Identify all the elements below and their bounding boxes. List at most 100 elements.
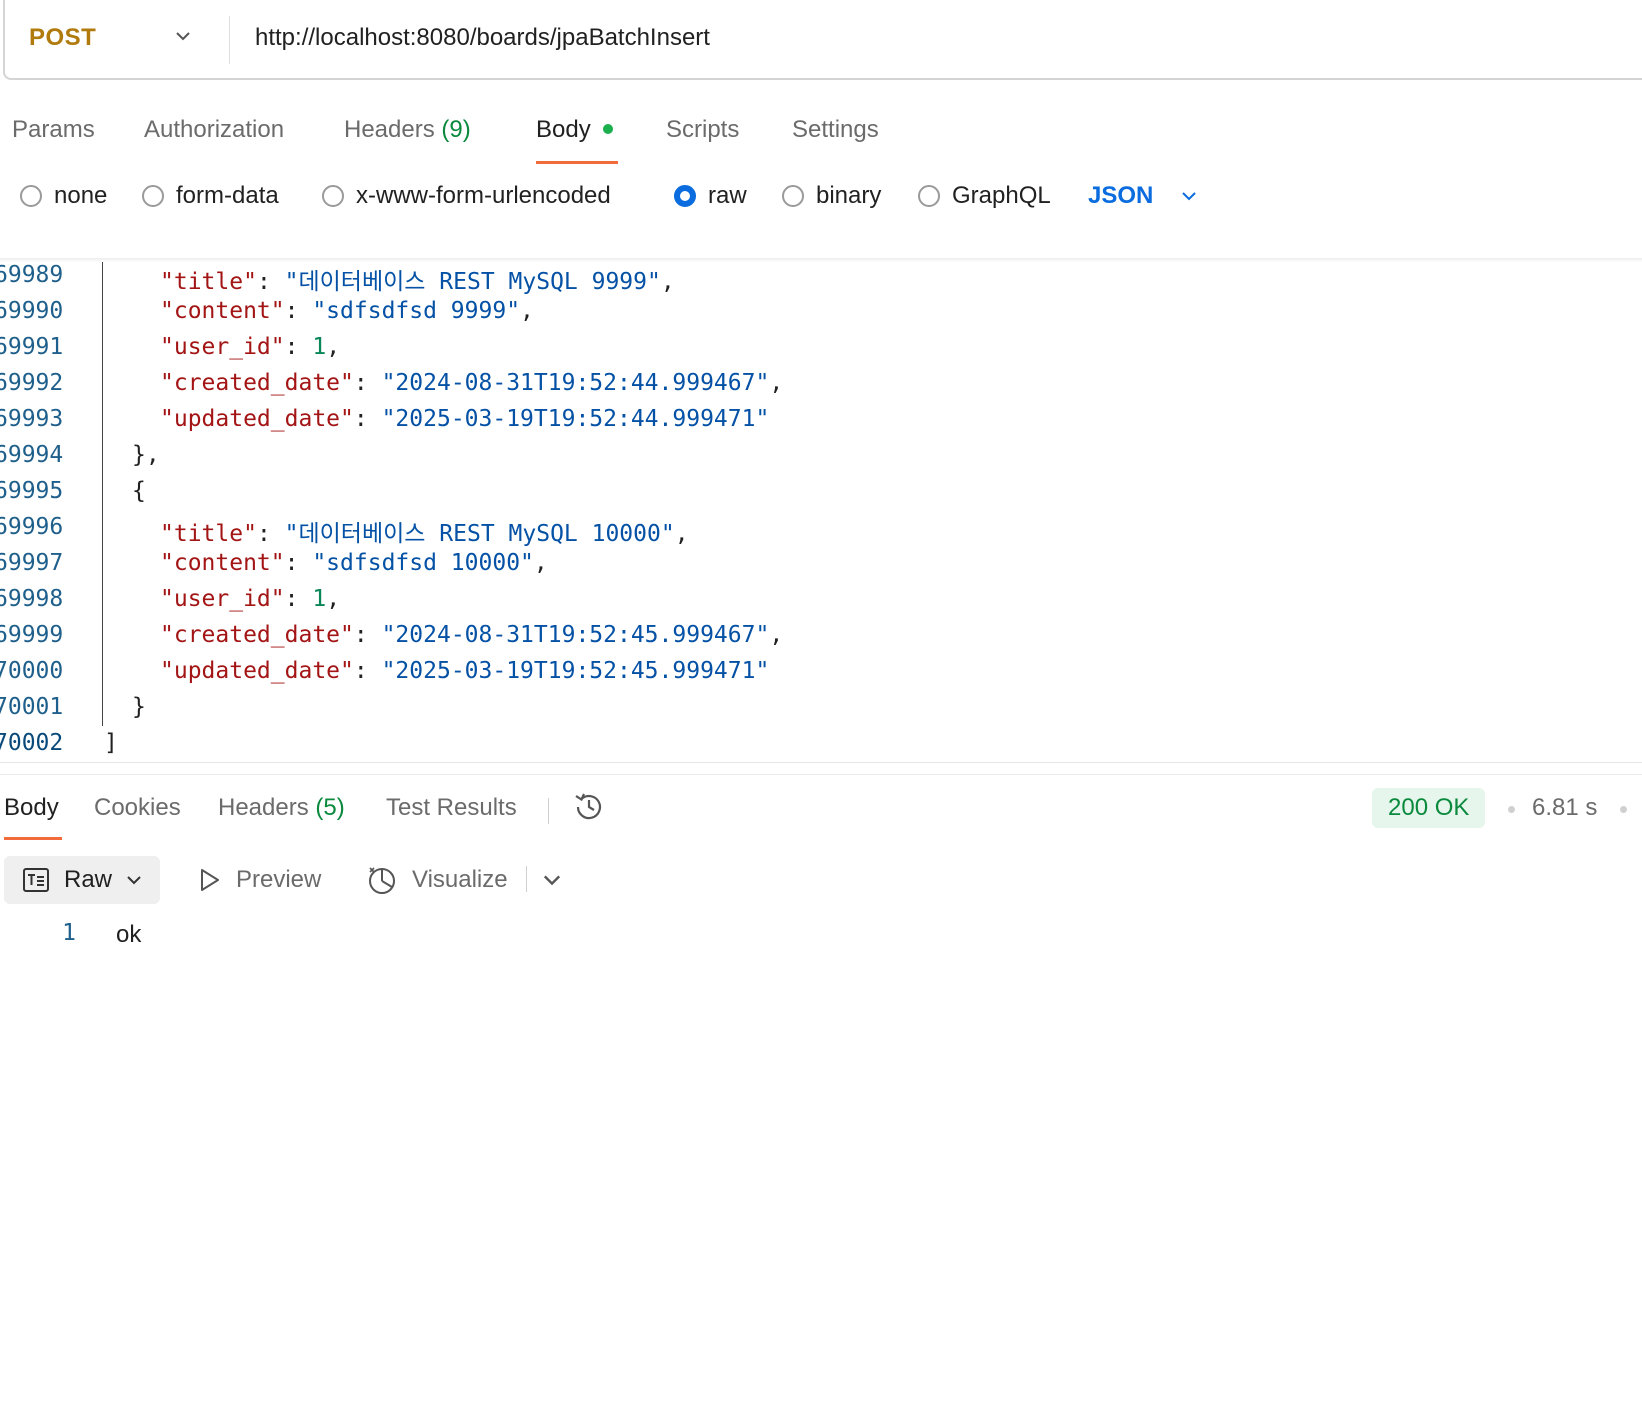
code-line: "title": "데이터베이스 REST MySQL 9999", <box>160 262 675 296</box>
radio-graphql[interactable]: GraphQL <box>918 182 1051 210</box>
code-line: "user_id": 1, <box>160 334 340 360</box>
json-colon: : <box>284 586 313 612</box>
json-colon: : <box>256 521 285 547</box>
code-line: "updated_date": "2025-03-19T19:52:45.999… <box>160 658 769 684</box>
radio-form-data[interactable]: form-data <box>142 182 279 210</box>
json-open-brace: { <box>132 478 146 504</box>
code-line: "title": "데이터베이스 REST MySQL 10000", <box>160 514 689 548</box>
radio-binary[interactable]: binary <box>782 182 881 210</box>
json-key: "created_date" <box>160 622 354 648</box>
body-modified-dot <box>602 123 613 134</box>
code-line: { <box>132 478 146 504</box>
line-number: 69990 <box>0 298 64 324</box>
radio-urlencoded-circle[interactable] <box>322 185 344 207</box>
tab-headers[interactable]: Headers (9) <box>344 116 471 144</box>
line-number: 70001 <box>0 694 64 720</box>
tab-settings[interactable]: Settings <box>792 116 879 144</box>
json-key: "updated_date" <box>160 406 354 432</box>
json-close-brace: } <box>132 694 146 720</box>
url-input[interactable]: http://localhost:8080/boards/jpaBatchIns… <box>255 24 710 52</box>
json-key: "title" <box>160 269 257 295</box>
tab-body[interactable]: Body <box>536 116 613 144</box>
response-tab-test-results[interactable]: Test Results <box>386 794 517 822</box>
history-icon[interactable] <box>572 790 606 824</box>
json-comma: , <box>326 334 341 360</box>
code-line: "updated_date": "2025-03-19T19:52:44.999… <box>160 406 769 432</box>
response-view-selector: Raw Preview Visualize <box>0 856 1642 904</box>
line-number: 69991 <box>0 334 64 360</box>
line-number: 69992 <box>0 370 64 396</box>
code-line: "content": "sdfsdfsd 9999", <box>160 298 534 324</box>
radio-raw-circle[interactable] <box>674 185 696 207</box>
response-tab-cookies[interactable]: Cookies <box>94 794 181 822</box>
url-divider <box>229 16 230 64</box>
play-icon <box>201 869 219 891</box>
response-divider-shadow <box>0 774 1642 775</box>
radio-none[interactable]: none <box>20 182 107 210</box>
tab-params[interactable]: Params <box>12 116 95 144</box>
radio-none-label: none <box>54 182 108 209</box>
url-bar: POST http://localhost:8080/boards/jpaBat… <box>3 0 1642 80</box>
json-comma: , <box>326 586 341 612</box>
json-colon: : <box>353 406 382 432</box>
json-key: "updated_date" <box>160 658 354 684</box>
code-line: }, <box>132 442 160 468</box>
line-number: 69996 <box>0 514 64 540</box>
active-tab-underline <box>536 161 618 164</box>
preview-button[interactable]: Preview <box>196 856 321 904</box>
body-type-selector: none form-data x-www-form-urlencoded raw… <box>0 182 1642 226</box>
line-number: 69993 <box>0 406 64 432</box>
json-colon: : <box>256 269 285 295</box>
line-number: 69995 <box>0 478 64 504</box>
tab-scripts[interactable]: Scripts <box>666 116 739 144</box>
tab-authorization[interactable]: Authorization <box>144 116 284 144</box>
chevron-down-icon[interactable] <box>173 26 193 46</box>
json-colon: : <box>353 370 382 396</box>
tab-headers-label: Headers <box>344 116 435 143</box>
json-close-bracket: ] <box>104 730 118 756</box>
response-tab-headers[interactable]: Headers (5) <box>218 794 345 822</box>
json-comma: , <box>769 370 784 396</box>
active-response-tab-underline <box>4 837 62 840</box>
json-comma: , <box>660 269 675 295</box>
radio-urlencoded[interactable]: x-www-form-urlencoded <box>322 182 611 210</box>
radio-graphql-label: GraphQL <box>952 182 1051 209</box>
radio-raw-label: raw <box>708 182 747 209</box>
radio-none-circle[interactable] <box>20 185 42 207</box>
json-colon: : <box>284 550 313 576</box>
response-line-number: 1 <box>62 920 76 946</box>
json-comma: , <box>769 622 784 648</box>
line-number: 69999 <box>0 622 64 648</box>
response-tabs: Body Cookies Headers (5) Test Results 20… <box>0 788 1642 840</box>
radio-raw[interactable]: raw <box>674 182 747 210</box>
line-number: 70000 <box>0 658 64 684</box>
language-select[interactable]: JSON <box>1088 182 1199 210</box>
code-line: } <box>132 694 146 720</box>
response-headers-count: (5) <box>315 794 345 821</box>
preview-label: Preview <box>236 866 322 893</box>
json-key: "title" <box>160 521 257 547</box>
chevron-down-icon[interactable] <box>540 868 564 892</box>
response-divider[interactable] <box>0 762 1642 763</box>
response-time[interactable]: 6.81 s <box>1532 794 1597 822</box>
json-comma: , <box>674 521 689 547</box>
visualize-label: Visualize <box>412 866 508 893</box>
json-key: "user_id" <box>160 586 285 612</box>
json-string: "2024-08-31T19:52:45.999467" <box>381 622 770 648</box>
status-badge[interactable]: 200 OK <box>1372 788 1486 828</box>
json-key: "content" <box>160 298 285 324</box>
radio-binary-circle[interactable] <box>782 185 804 207</box>
method-select[interactable]: POST <box>29 24 96 52</box>
json-key: "user_id" <box>160 334 285 360</box>
radio-form-data-circle[interactable] <box>142 185 164 207</box>
raw-view-button[interactable]: Raw <box>4 856 160 904</box>
visualize-button[interactable]: Visualize <box>366 856 508 904</box>
code-editor[interactable]: 69989 69990 69991 69992 69993 69994 6999… <box>0 262 1642 762</box>
raw-format-icon <box>23 868 49 892</box>
json-key: "content" <box>160 550 285 576</box>
radio-graphql-circle[interactable] <box>918 185 940 207</box>
response-tab-body[interactable]: Body <box>4 794 59 822</box>
json-colon: : <box>284 334 313 360</box>
code-line: ] <box>104 730 118 756</box>
json-string: "2025-03-19T19:52:45.999471" <box>381 658 770 684</box>
